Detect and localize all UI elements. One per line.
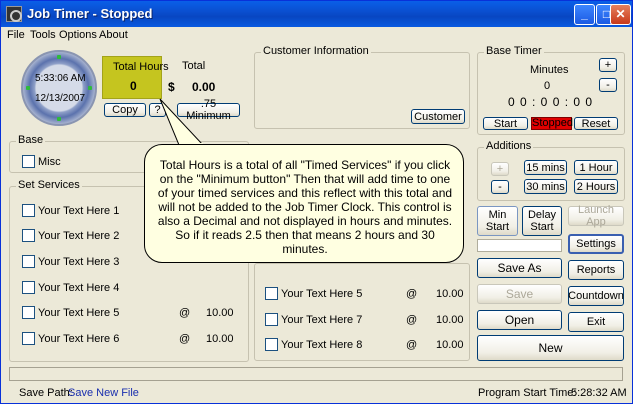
timed-service-8-rate: 10.00 — [436, 339, 464, 351]
analog-clock: 5:33:06 AM 12/13/2007 — [21, 50, 97, 126]
total-hours-tooltip: Total Hours is a total of all "Timed Ser… — [144, 144, 464, 263]
additions-minus-button[interactable]: - — [491, 180, 509, 194]
set-services-title: Set Services — [16, 179, 82, 191]
save-path-label: Save Path: — [19, 387, 73, 399]
timed-service-7-at: @ — [406, 314, 418, 326]
add-1-hour-button[interactable]: 1 Hour — [574, 160, 618, 175]
delay-start-button[interactable]: Delay Start — [522, 206, 562, 236]
window-title: Job Timer - Stopped — [27, 6, 153, 21]
app-clock-icon — [6, 6, 22, 22]
service-4-label: Your Text Here 4 — [38, 282, 120, 294]
service-5-label: Your Text Here 5 — [38, 307, 120, 319]
exit-button[interactable]: Exit — [568, 312, 624, 332]
save-button[interactable]: Save — [477, 284, 562, 304]
timed-service-5-rate: 10.00 — [436, 288, 464, 300]
additions-title: Additions — [484, 140, 534, 152]
clock-tick-icon — [26, 86, 30, 90]
timed-service-7-rate: 10.00 — [436, 314, 464, 326]
total-hours-box: Total Hours 0 — [102, 56, 169, 99]
tooltip-pointer — [159, 98, 205, 146]
add-30-mins-button[interactable]: 30 mins — [524, 179, 567, 194]
clock-tick-icon — [57, 117, 61, 121]
service-4-checkbox[interactable] — [22, 281, 35, 294]
settings-button[interactable]: Settings — [568, 234, 624, 254]
service-2-label: Your Text Here 2 — [38, 230, 120, 242]
save-as-button[interactable]: Save As — [477, 258, 562, 278]
menu-bar: File Tools Options About — [1, 27, 632, 45]
service-5-at: @ — [179, 307, 191, 319]
menu-about[interactable]: About — [99, 29, 128, 41]
bottom-progress-bar — [9, 367, 623, 381]
timed-service-8-checkbox[interactable] — [265, 338, 278, 351]
clock-tick-icon — [57, 55, 61, 59]
misc-label: Misc — [38, 156, 61, 168]
service-5-rate: 10.00 — [206, 307, 234, 319]
service-6-rate: 10.00 — [206, 333, 234, 345]
total-label: Total — [182, 60, 206, 72]
menu-file[interactable]: File — [7, 29, 25, 41]
reports-button[interactable]: Reports — [568, 260, 624, 280]
total-hours-label: Total Hours — [113, 61, 169, 73]
title-bar: Job Timer - Stopped _ □ ✕ — [1, 1, 632, 27]
timer-reset-button[interactable]: Reset — [574, 117, 618, 130]
customer-info-title: Customer Information — [261, 45, 371, 57]
clock-tick-icon — [88, 86, 92, 90]
close-icon[interactable]: ✕ — [610, 4, 631, 25]
timed-service-5-label: Your Text Here 5 — [281, 288, 363, 300]
minimize-icon[interactable]: _ — [574, 4, 595, 25]
clock-time: 5:33:06 AM — [35, 73, 86, 84]
save-path-value[interactable]: Save New File — [68, 387, 139, 399]
add-15-mins-button[interactable]: 15 mins — [524, 160, 567, 175]
service-2-checkbox[interactable] — [22, 229, 35, 242]
add-2-hours-button[interactable]: 2 Hours — [574, 179, 618, 194]
tooltip-text: Total Hours is a total of all "Timed Ser… — [157, 158, 453, 256]
copy-button[interactable]: Copy — [104, 103, 146, 117]
timer-status-badge: Stopped — [531, 117, 573, 130]
minutes-minus-button[interactable]: - — [599, 78, 617, 92]
additions-plus-button[interactable]: + — [491, 162, 509, 176]
timed-service-7-label: Your Text Here 7 — [281, 314, 363, 326]
timed-service-5-checkbox[interactable] — [265, 287, 278, 300]
currency-symbol: $ — [168, 80, 175, 94]
service-6-checkbox[interactable] — [22, 332, 35, 345]
total-value: 0.00 — [192, 80, 216, 94]
service-1-label: Your Text Here 1 — [38, 205, 120, 217]
countdown-button[interactable]: Countdown — [568, 286, 624, 306]
minutes-value: 0 — [544, 80, 551, 92]
timer-start-button[interactable]: Start — [483, 117, 528, 130]
timed-service-8-label: Your Text Here 8 — [281, 339, 363, 351]
program-start-value: 5:28:32 AM — [571, 387, 627, 399]
service-1-checkbox[interactable] — [22, 204, 35, 217]
clock-date: 12/13/2007 — [35, 93, 86, 104]
service-3-label: Your Text Here 3 — [38, 256, 120, 268]
job-timer-window: Job Timer - Stopped _ □ ✕ File Tools Opt… — [0, 0, 633, 404]
service-6-at: @ — [179, 333, 191, 345]
timer-display: 0 0 : 0 0 : 0 0 — [508, 95, 594, 109]
total-hours-value: 0 — [130, 79, 137, 93]
customer-button[interactable]: Customer — [411, 109, 465, 124]
timed-service-8-at: @ — [406, 339, 418, 351]
menu-tools[interactable]: Tools — [30, 29, 56, 41]
progress-field — [477, 239, 562, 252]
launch-app-button[interactable]: Launch App — [568, 204, 624, 228]
misc-checkbox[interactable] — [22, 155, 35, 168]
service-3-checkbox[interactable] — [22, 255, 35, 268]
min-start-button[interactable]: Min Start — [477, 206, 518, 236]
program-start-label: Program Start Time: — [478, 387, 577, 399]
menu-options[interactable]: Options — [59, 29, 97, 41]
timed-service-5-at: @ — [406, 288, 418, 300]
timed-service-7-checkbox[interactable] — [265, 313, 278, 326]
new-button[interactable]: New — [477, 335, 624, 361]
service-5-checkbox[interactable] — [22, 306, 35, 319]
open-button[interactable]: Open — [477, 310, 562, 330]
base-title: Base — [16, 134, 46, 146]
service-6-label: Your Text Here 6 — [38, 333, 120, 345]
minutes-label: Minutes — [530, 64, 569, 76]
minutes-plus-button[interactable]: + — [599, 58, 617, 72]
base-timer-title: Base Timer — [484, 45, 544, 57]
